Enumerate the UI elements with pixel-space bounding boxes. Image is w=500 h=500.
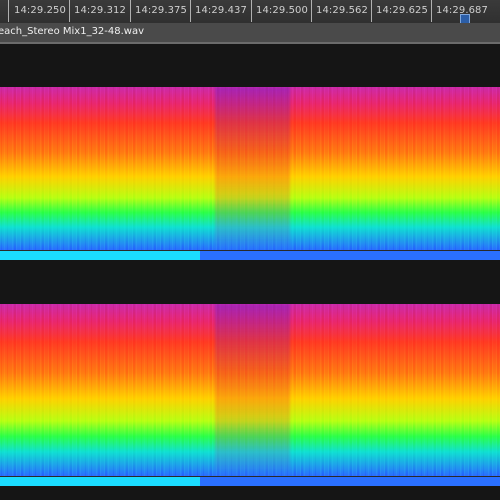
timeline-tick-label: 14:29.500 [256,5,308,16]
spectrum-padding-bottom [0,486,500,500]
timeline-tick [311,0,312,22]
timeline-tick [190,0,191,22]
timeline-tick [69,0,70,22]
audio-editor-window: 14:29.250 14:29.312 14:29.375 14:29.437 … [0,0,500,500]
waveform-strip-right [0,476,500,486]
channel-divider [0,476,500,477]
timeline-tick-label: 14:29.437 [195,5,247,16]
timeline-tick [8,0,9,22]
channel-divider [0,250,500,251]
spectrogram-channel-right[interactable] [0,304,500,476]
clip-filename: each_Stereo Mix1_32-48.wav [0,26,145,37]
timeline-tick [251,0,252,22]
waveform-strip-left [0,250,500,260]
spectrogram-channel-left[interactable] [0,87,500,250]
spectrum-padding-top [0,44,500,87]
channel-gap [0,260,500,304]
timeline-tick-label: 14:29.250 [14,5,66,16]
timeline-ruler[interactable]: 14:29.250 14:29.312 14:29.375 14:29.437 … [0,0,500,24]
timeline-tick-label: 14:29.562 [316,5,368,16]
clip-header[interactable]: each_Stereo Mix1_32-48.wav [0,23,500,44]
timeline-tick [431,0,432,22]
timeline-tick-label: 14:29.375 [135,5,187,16]
timeline-tick-label: 14:29.625 [376,5,428,16]
timeline-tick-label: 14:29.312 [74,5,126,16]
timeline-tick [130,0,131,22]
timeline-tick [371,0,372,22]
